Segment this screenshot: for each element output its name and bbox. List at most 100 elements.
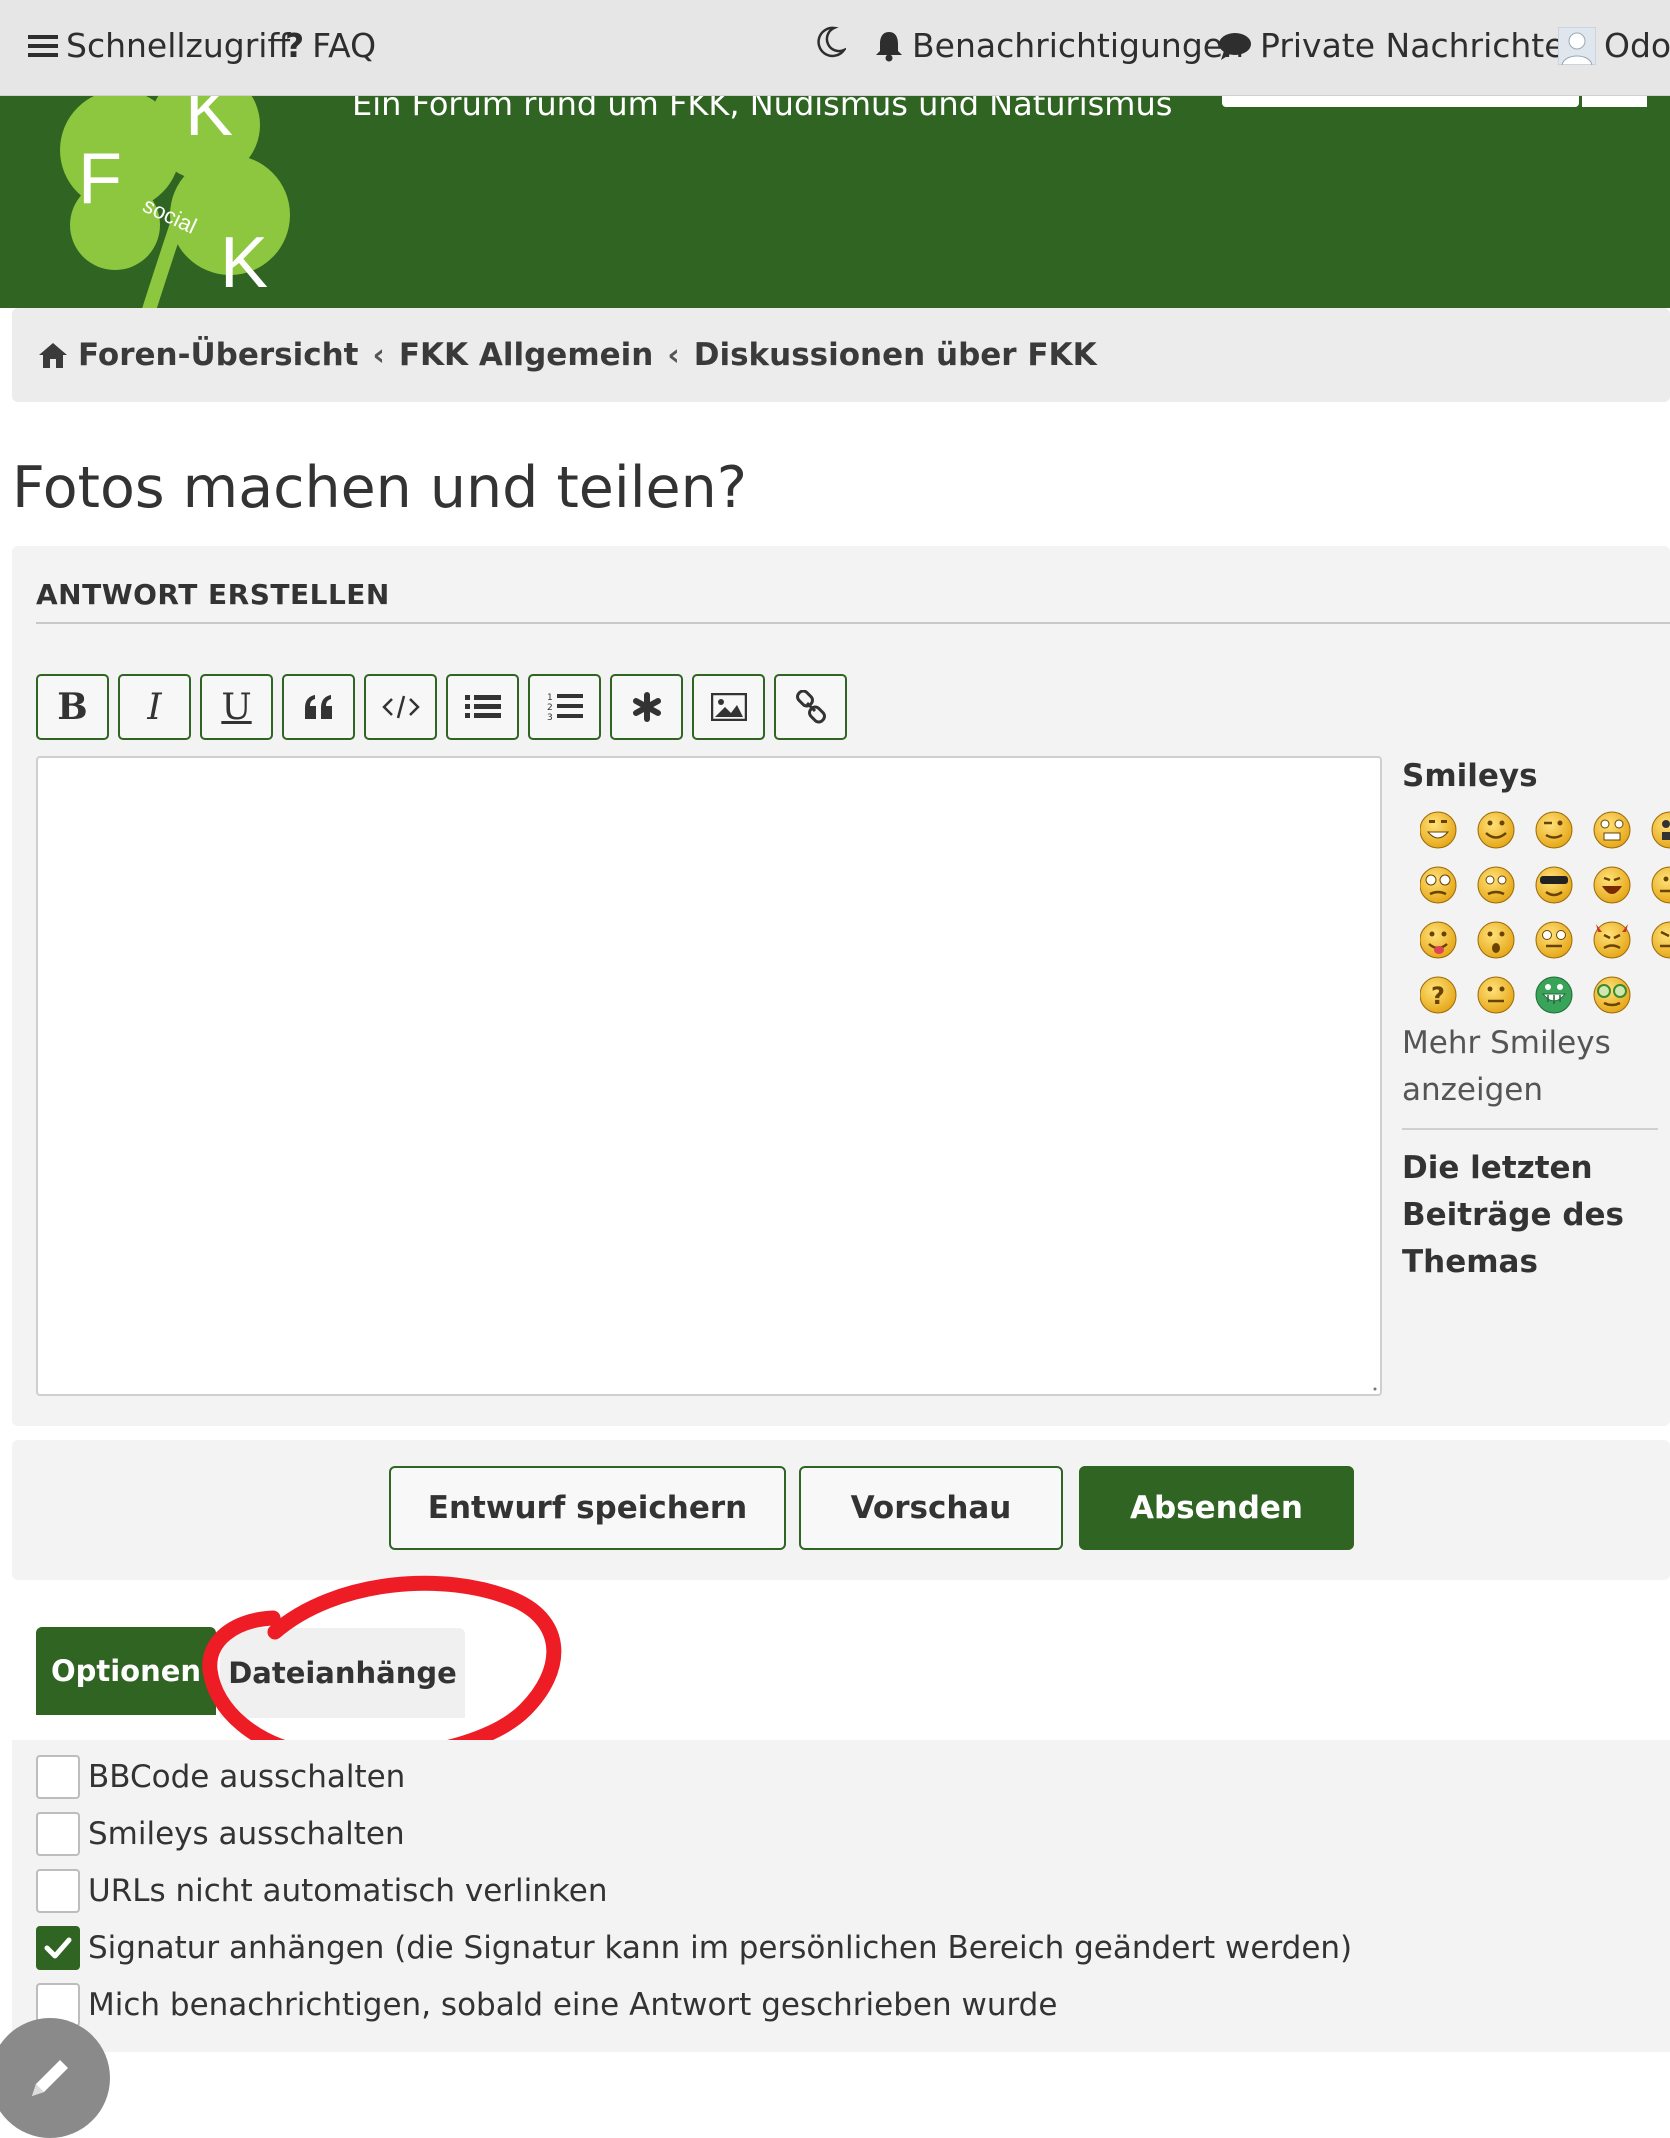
search-input[interactable]: [1222, 95, 1579, 107]
link-button[interactable]: [774, 674, 847, 740]
divider: [36, 622, 1670, 624]
compose-fab[interactable]: [0, 2018, 110, 2138]
notifications-link[interactable]: Benachrichtigungen: [874, 26, 1244, 65]
code-button[interactable]: [364, 674, 437, 740]
tab-options[interactable]: Optionen: [36, 1627, 216, 1715]
breadcrumb-subforum[interactable]: Diskussionen über FKK: [694, 337, 1097, 373]
smiley-grin-icon[interactable]: [1420, 811, 1457, 849]
breadcrumb-forum[interactable]: FKK Allgemein: [399, 337, 654, 373]
option-attach-signature[interactable]: Signatur anhängen (die Signatur kann im …: [36, 1926, 1352, 1970]
notifications-label: Benachrichtigungen: [912, 26, 1244, 65]
option-notify-replies[interactable]: Mich benachrichtigen, sobald eine Antwor…: [36, 1983, 1057, 2027]
svg-text:3: 3: [547, 713, 553, 723]
submit-bar: Entwurf speichern Vorschau Absenden: [12, 1440, 1670, 1580]
chevron-left-icon: ‹: [667, 337, 680, 373]
site-tagline: Ein Forum rund um FKK, Nudismus und Natu…: [352, 95, 1173, 123]
smiley-mrgreen-icon[interactable]: [1535, 921, 1573, 959]
quick-access-label: Schnellzugriff: [66, 26, 291, 65]
list-icon: [464, 695, 501, 718]
smiley-green-grin-icon[interactable]: [1535, 976, 1573, 1014]
tab-attachments[interactable]: Dateianhänge: [220, 1628, 465, 1718]
image-button[interactable]: [692, 674, 765, 740]
submit-button[interactable]: Absenden: [1079, 1466, 1354, 1550]
top-navbar: Schnellzugriff ? FAQ Benachrichtigungen …: [0, 0, 1670, 96]
site-logo[interactable]: F K K social: [30, 95, 330, 308]
list-button[interactable]: [446, 674, 519, 740]
smiley-mad-icon[interactable]: [1651, 921, 1670, 959]
option-label: Smileys ausschalten: [88, 1816, 405, 1852]
smiley-rolleyes-icon[interactable]: [1477, 866, 1515, 904]
user-menu[interactable]: OdoO: [1558, 26, 1670, 65]
smiley-tongue-icon[interactable]: [1420, 921, 1457, 959]
underline-button[interactable]: U: [200, 674, 273, 740]
option-disable-smileys[interactable]: Smileys ausschalten: [36, 1812, 405, 1856]
checkbox[interactable]: [36, 1755, 80, 1799]
faq-label: FAQ: [312, 26, 377, 65]
option-label: Signatur anhängen (die Signatur kann im …: [88, 1930, 1353, 1966]
smiley-confused-icon[interactable]: [1420, 866, 1457, 904]
asterisk-icon: [632, 692, 661, 722]
options-panel: BBCode ausschalten Smileys ausschalten U…: [12, 1740, 1670, 2052]
smiley-eek-icon[interactable]: [1593, 811, 1631, 849]
smiley-neutral-icon[interactable]: [1477, 976, 1515, 1014]
logo-letter-k2: K: [220, 223, 268, 303]
site-header: F K K social Ein Forum rund um FKK, Nudi…: [0, 95, 1670, 308]
smiley-shock-icon[interactable]: [1651, 811, 1670, 849]
smiley-question-icon[interactable]: ?: [1420, 976, 1457, 1014]
smiley-wink-icon[interactable]: [1535, 811, 1573, 849]
option-label: BBCode ausschalten: [88, 1759, 406, 1795]
more-smileys-link[interactable]: Mehr Smileys anzeigen: [1402, 1020, 1632, 1114]
link-icon: [795, 690, 826, 724]
smiley-grid: ?: [1420, 808, 1670, 1038]
list-item-button[interactable]: [610, 674, 683, 740]
option-disable-magic-urls[interactable]: URLs nicht automatisch verlinken: [36, 1869, 608, 1913]
message-textarea[interactable]: [36, 756, 1382, 1396]
preview-button[interactable]: Vorschau: [799, 1466, 1063, 1550]
quote-button[interactable]: [282, 674, 355, 740]
bold-button[interactable]: B: [36, 674, 109, 740]
username-label: OdoO: [1604, 26, 1670, 65]
save-draft-button[interactable]: Entwurf speichern: [389, 1466, 786, 1550]
smiley-smile-icon[interactable]: [1477, 811, 1515, 849]
moon-icon: [817, 26, 846, 58]
question-mark-icon: ?: [285, 26, 305, 65]
checkbox[interactable]: [36, 1812, 80, 1856]
breadcrumb-home[interactable]: Foren-Übersicht: [38, 337, 358, 373]
option-disable-bbcode[interactable]: BBCode ausschalten: [36, 1755, 405, 1799]
smileys-title: Smileys: [1402, 758, 1538, 794]
italic-button[interactable]: I: [118, 674, 191, 740]
page-title: Fotos machen und teilen?: [12, 455, 747, 521]
checkmark-icon: [44, 1937, 72, 1959]
search-button[interactable]: [1582, 95, 1647, 107]
bbcode-toolbar: B I U 1 2 3: [36, 674, 847, 740]
svg-text:?: ?: [1431, 982, 1445, 1010]
smiley-set: ?: [1420, 811, 1670, 1014]
dark-mode-toggle[interactable]: [816, 26, 846, 58]
reply-heading: ANTWORT ERSTELLEN: [36, 578, 390, 611]
recent-posts-heading: Die letzten Beiträge des Themas: [1402, 1150, 1624, 1280]
smiley-razz-icon[interactable]: [1651, 866, 1670, 904]
quote-icon: [304, 695, 332, 719]
divider: [1402, 1128, 1658, 1130]
logo-letter-k1: K: [185, 95, 233, 151]
quick-access-link[interactable]: Schnellzugriff: [28, 26, 290, 65]
bell-icon: [876, 31, 902, 61]
option-label: URLs nicht automatisch verlinken: [88, 1873, 608, 1909]
private-messages-link[interactable]: Private Nachrichten: [1218, 26, 1585, 65]
smiley-surprised-icon[interactable]: [1477, 921, 1515, 959]
option-label: Mich benachrichtigen, sobald eine Antwor…: [88, 1987, 1058, 2023]
breadcrumb-home-label: Foren-Übersicht: [78, 337, 359, 373]
svg-text:1: 1: [547, 693, 553, 703]
smiley-geek-icon[interactable]: [1593, 976, 1631, 1014]
numbered-list-button[interactable]: 1 2 3: [528, 674, 601, 740]
checkbox[interactable]: [36, 1869, 80, 1913]
smiley-evil-icon[interactable]: [1593, 921, 1631, 959]
resize-handle-icon[interactable]: [1370, 1384, 1378, 1392]
hamburger-menu-icon: [28, 34, 58, 57]
faq-link[interactable]: ? FAQ: [285, 26, 376, 65]
checkbox-checked[interactable]: [36, 1926, 80, 1970]
underline-icon: U: [221, 686, 252, 728]
svg-text:2: 2: [547, 703, 553, 713]
smiley-laugh-icon[interactable]: [1593, 866, 1631, 904]
smiley-cool-icon[interactable]: [1535, 866, 1573, 904]
